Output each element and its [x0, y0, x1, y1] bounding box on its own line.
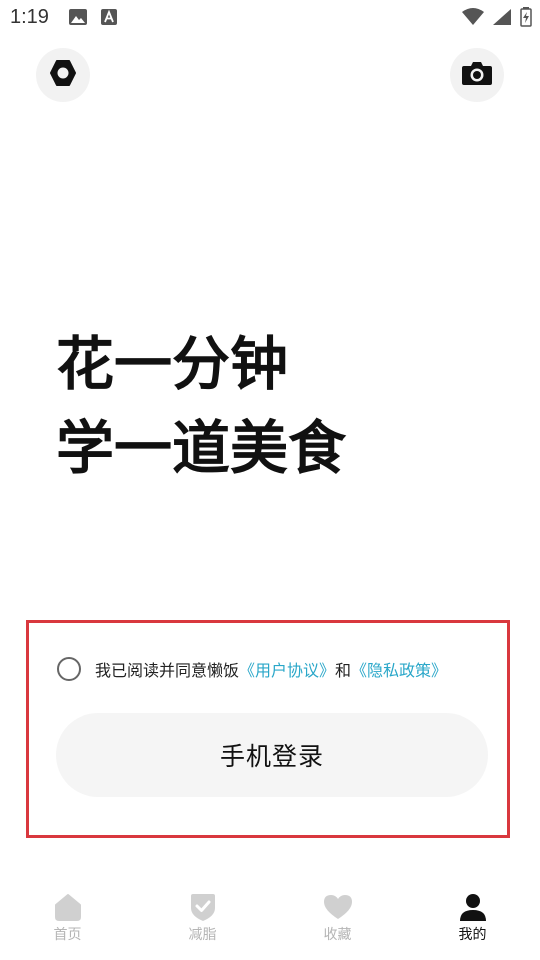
- nav-label-favorites: 收藏: [323, 927, 352, 943]
- nav-label-diet: 减脂: [188, 927, 217, 943]
- headline-line-1: 花一分钟: [56, 330, 289, 398]
- status-system-icons: [462, 7, 532, 31]
- user-icon: [458, 890, 488, 924]
- bottom-nav: 首页 减脂 收藏 我的: [0, 890, 540, 960]
- battery-icon: [520, 7, 532, 31]
- camera-icon: [461, 59, 493, 91]
- privacy-policy-link[interactable]: 《隐私政策》: [351, 657, 447, 681]
- shield-check-icon: [189, 890, 217, 924]
- nav-label-mine: 我的: [458, 927, 487, 943]
- camera-button[interactable]: [450, 48, 504, 102]
- nav-item-diet[interactable]: 减脂: [135, 890, 270, 960]
- image-icon: [68, 8, 88, 30]
- headline-line-2: 学一道美食: [56, 414, 347, 482]
- agreement-conjunction: 和: [335, 661, 352, 680]
- status-notification-icons: [68, 8, 118, 30]
- user-agreement-link[interactable]: 《用户协议》: [239, 657, 335, 681]
- settings-button[interactable]: [36, 48, 90, 102]
- nav-item-mine[interactable]: 我的: [405, 890, 540, 960]
- nav-item-home[interactable]: 首页: [0, 890, 135, 960]
- headline: 花一分钟 学一道美食: [56, 322, 346, 490]
- login-panel: 我已阅读并同意懒饭 《用户协议》 和 《隐私政策》 手机登录: [26, 620, 510, 838]
- home-icon: [53, 890, 83, 924]
- phone-login-button[interactable]: 手机登录: [56, 713, 488, 797]
- status-time: 1:19: [10, 6, 49, 28]
- signal-icon: [492, 8, 512, 30]
- status-bar: 1:19: [0, 0, 540, 36]
- settings-icon: [49, 59, 77, 91]
- agreement-row: 我已阅读并同意懒饭 《用户协议》 和 《隐私政策》: [57, 657, 447, 681]
- login-screen: 1:19 花一分钟 学一道美食 我已阅读并同意懒饭 《用户协议》 和 《隐私政策…: [0, 0, 540, 960]
- nav-item-favorites[interactable]: 收藏: [270, 890, 405, 960]
- text-a-icon: [100, 8, 118, 30]
- agreement-checkbox[interactable]: [57, 657, 81, 681]
- agreement-prefix: 我已阅读并同意懒饭: [95, 661, 240, 680]
- nav-label-home: 首页: [53, 927, 82, 943]
- heart-icon: [323, 890, 353, 924]
- wifi-icon: [462, 8, 484, 30]
